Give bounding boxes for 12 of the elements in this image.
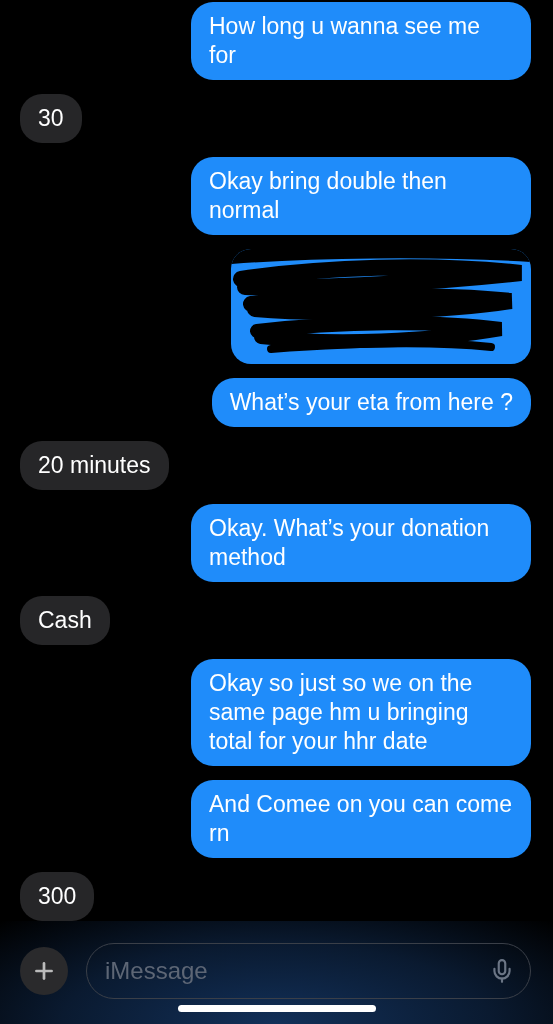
message-field[interactable]: iMessage [86,943,531,999]
sent-message: How long u wanna see me for [191,2,531,80]
received-message: 30 [20,94,82,143]
sent-message: Okay so just so we on the same page hm u bringing total for your hhr date [191,659,531,766]
received-message: 300 [20,872,95,921]
received-message: 20 minutes [20,441,169,490]
sent-message: What’s your eta from here ? [211,378,531,427]
sent-message: Okay. What’s your donation method [191,504,531,582]
sent-message: Okay bring double then normal [191,157,531,235]
add-button[interactable] [20,947,68,995]
sent-message: And Comee on you can come rn [191,780,531,858]
received-message: Cash [20,596,110,645]
